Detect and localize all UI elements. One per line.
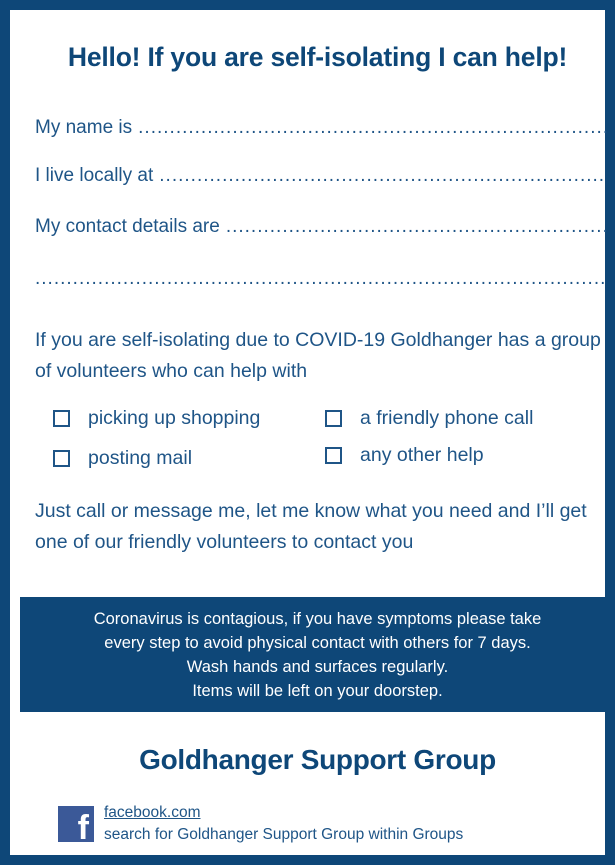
notice-line: Items will be left on your doorstep.: [192, 682, 443, 700]
checkbox-icon[interactable]: [53, 450, 70, 467]
address-field[interactable]: I live locally at: [35, 165, 607, 187]
notice-banner: Coronavirus is contagious, if you have s…: [20, 597, 615, 712]
contact-label: My contact details are: [35, 216, 220, 237]
intro-text: If you are self-isolating due to COVID-1…: [35, 329, 601, 382]
option-label: picking up shopping: [88, 407, 261, 429]
contact-extra-blank-line[interactable]: [35, 268, 607, 290]
option-label: any other help: [360, 444, 484, 466]
flyer-card: Hello! If you are self-isolating I can h…: [0, 0, 615, 865]
address-label: I live locally at: [35, 165, 154, 186]
option-posting-mail[interactable]: posting mail: [53, 447, 192, 470]
option-label: a friendly phone call: [360, 407, 534, 429]
address-blank-line[interactable]: [159, 165, 607, 187]
name-label: My name is: [35, 117, 133, 138]
notice-line: every step to avoid physical contact wit…: [104, 634, 531, 652]
group-name: Goldhanger Support Group: [139, 744, 496, 775]
contact-field[interactable]: My contact details are: [35, 216, 607, 238]
notice-text: Coronavirus is contagious, if you have s…: [20, 607, 615, 703]
callout-text: Just call or message me, let me know wha…: [35, 500, 587, 553]
checkbox-icon[interactable]: [325, 447, 342, 464]
checkbox-icon[interactable]: [53, 410, 70, 427]
page-title: Hello! If you are self-isolating I can h…: [67, 42, 568, 72]
flyer-content: Hello! If you are self-isolating I can h…: [20, 20, 615, 865]
name-field[interactable]: My name is: [35, 117, 607, 139]
contact-extra-field[interactable]: [35, 268, 607, 290]
option-shopping[interactable]: picking up shopping: [53, 407, 260, 430]
notice-line: Coronavirus is contagious, if you have s…: [93, 610, 542, 628]
facebook-link[interactable]: facebook.com: [104, 804, 201, 822]
checkbox-icon[interactable]: [325, 410, 342, 427]
option-other-help[interactable]: any other help: [325, 444, 484, 467]
option-phone-call[interactable]: a friendly phone call: [325, 407, 533, 430]
facebook-icon: f: [58, 806, 94, 842]
facebook-instruction: search for Goldhanger Support Group with…: [104, 826, 464, 843]
contact-blank-line[interactable]: [226, 216, 607, 238]
notice-line: Wash hands and surfaces regularly.: [186, 658, 449, 676]
name-blank-line[interactable]: [138, 117, 607, 139]
option-label: posting mail: [88, 447, 193, 469]
